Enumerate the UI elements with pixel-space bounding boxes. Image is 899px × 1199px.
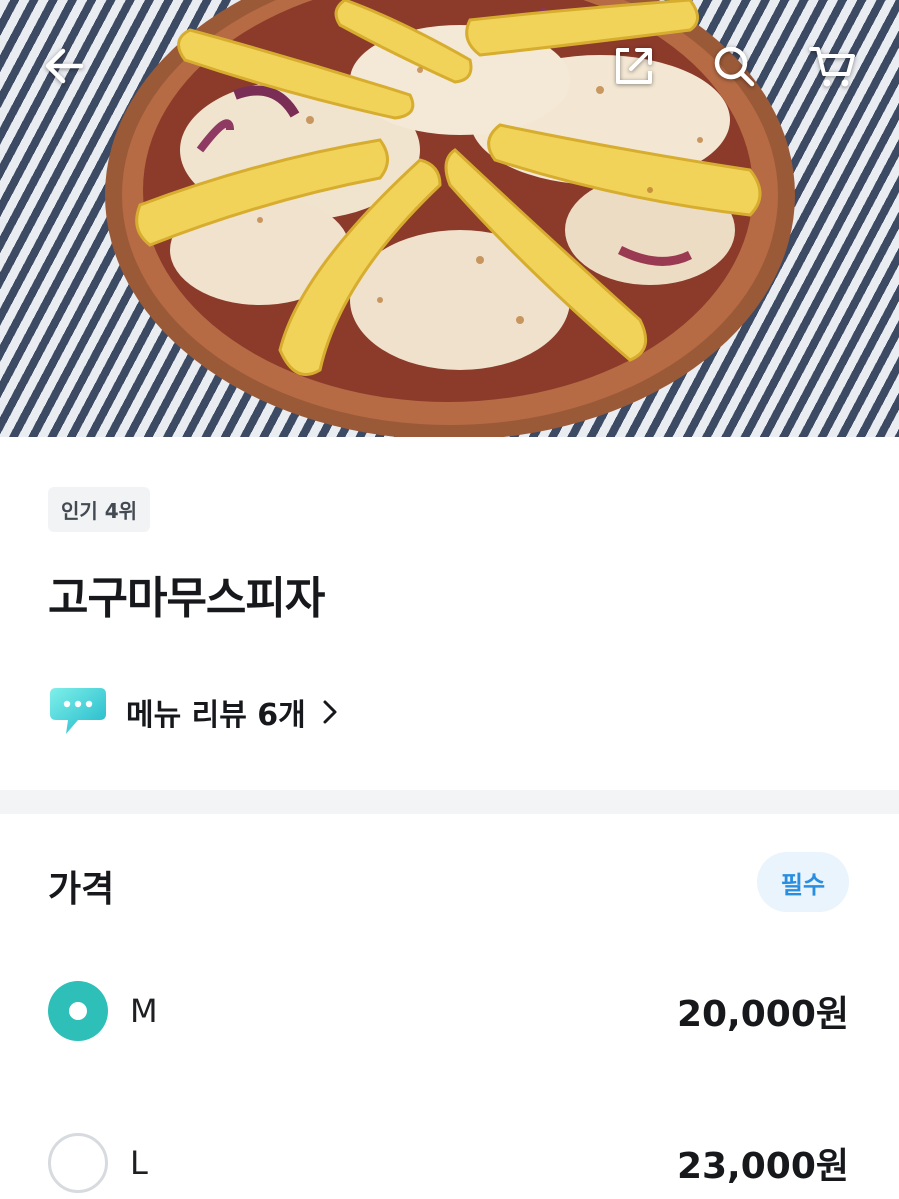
radio-button-unselected[interactable] (48, 1133, 108, 1193)
price-option-l[interactable]: L 23,000원 (48, 1131, 849, 1195)
menu-title: 고구마무스피자 (48, 573, 325, 624)
back-button[interactable] (38, 40, 90, 92)
pizza-image (105, 0, 795, 437)
price-section-title: 가격 (48, 869, 115, 910)
arrow-left-icon (45, 48, 84, 84)
cart-button[interactable] (806, 40, 858, 92)
search-icon (714, 46, 755, 87)
option-label: L (130, 1144, 148, 1182)
popularity-rank-badge: 인기 4위 (48, 487, 151, 532)
cart-icon (809, 47, 855, 87)
menu-photo (0, 0, 899, 437)
review-count-label: 메뉴 리뷰 6개 (126, 698, 306, 733)
chat-bubble-icon (48, 684, 108, 740)
option-price: 20,000원 (676, 994, 849, 1035)
option-label: M (130, 992, 158, 1030)
share-external-icon (616, 48, 652, 84)
radio-button-selected[interactable] (48, 981, 108, 1041)
chevron-right-icon (322, 698, 338, 726)
option-price: 23,000원 (676, 1146, 849, 1187)
menu-review-link[interactable]: 메뉴 리뷰 6개 (48, 684, 338, 740)
section-divider (0, 790, 899, 814)
share-button[interactable] (608, 40, 660, 92)
price-option-m[interactable]: M 20,000원 (48, 979, 849, 1043)
search-button[interactable] (708, 40, 760, 92)
required-badge: 필수 (757, 852, 849, 912)
